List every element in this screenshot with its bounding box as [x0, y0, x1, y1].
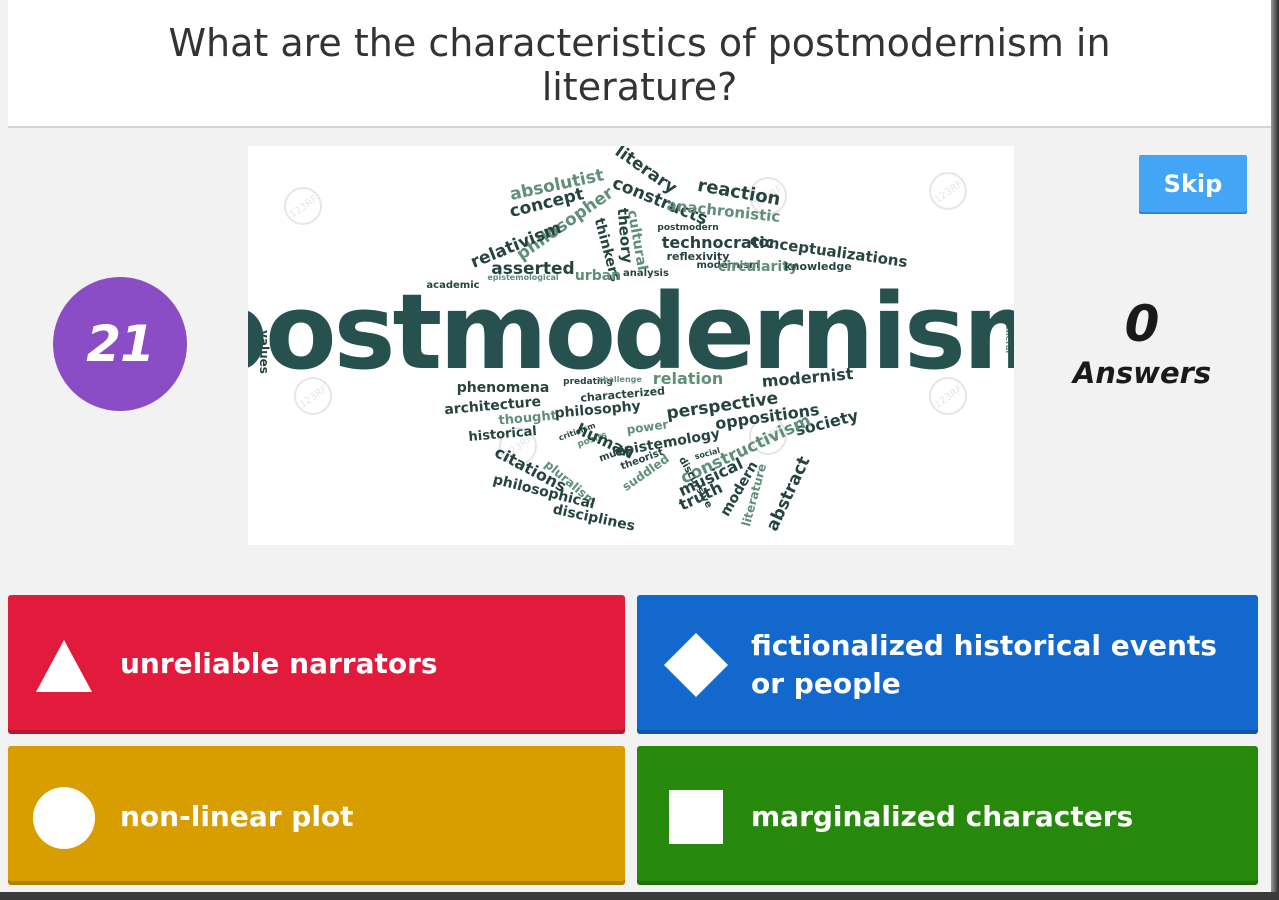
word-cloud-word: power: [626, 417, 670, 437]
diamond-icon: [664, 633, 728, 697]
word-cloud-word: philosophy: [554, 398, 641, 421]
word-cloud-main-word: postmodernism: [248, 271, 1014, 393]
word-cloud-word: abstract: [763, 453, 815, 534]
question-title: What are the characteristics of postmode…: [168, 21, 1111, 109]
answers-count-number: 0: [1124, 295, 1160, 353]
countdown-timer: 21: [53, 277, 187, 411]
watermark-icon: 123RF: [929, 172, 967, 210]
window-edge-bottom: [0, 892, 1279, 900]
answer-label-square: marginalized characters: [751, 800, 1134, 833]
answer-option-square[interactable]: marginalized characters: [637, 746, 1258, 885]
word-cloud-image: 123RF 123RF 123RF123RF123RF 123RF123RF abso…: [248, 146, 1014, 535]
answer-option-triangle[interactable]: unreliable narrators: [8, 595, 625, 734]
answer-option-diamond[interactable]: fictionalized historical events or peopl…: [637, 595, 1258, 734]
timer-value: 21: [86, 315, 155, 373]
svg-text:123RF: 123RF: [933, 178, 966, 205]
skip-button[interactable]: Skip: [1139, 155, 1247, 212]
watermark-icon: 123RF: [284, 187, 322, 225]
answer-label-triangle: unreliable narrators: [120, 647, 438, 680]
circle-icon: [33, 787, 95, 849]
svg-text:123RF: 123RF: [288, 193, 321, 220]
answer-option-circle[interactable]: non-linear plot: [8, 746, 625, 885]
answers-count-label: Answers: [1072, 356, 1212, 390]
answer-label-diamond: fictionalized historical events or peopl…: [751, 629, 1217, 700]
window-edge: [1271, 0, 1279, 900]
square-icon: [669, 790, 723, 844]
answer-label-circle: non-linear plot: [120, 800, 354, 833]
answers-counter: 0 Answers: [1060, 292, 1224, 390]
question-header: What are the characteristics of postmode…: [8, 0, 1271, 128]
question-image: 123RF 123RF 123RF 123RF 123RF 123RF 123RF abso…: [248, 146, 1014, 545]
triangle-icon: [36, 640, 92, 692]
word-cloud-word: postmodern: [657, 223, 718, 233]
